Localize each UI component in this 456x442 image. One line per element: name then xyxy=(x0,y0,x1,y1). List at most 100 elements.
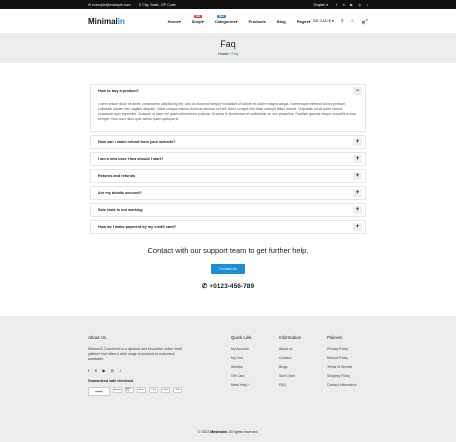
breadcrumb-current: Faq xyxy=(231,52,239,56)
tiktok-icon[interactable]: ♪ xyxy=(119,368,121,373)
cart-count: 0 xyxy=(366,17,368,22)
faq-question[interactable]: How do I make payment by my credit card?… xyxy=(91,221,365,233)
faq-question[interactable]: I am a new user. How should I start? + xyxy=(91,153,365,165)
plus-icon[interactable]: + xyxy=(353,223,362,231)
footer-link-refund-policy[interactable]: Refund Policy xyxy=(327,356,357,360)
nav-item-label: Pages xyxy=(296,18,309,24)
footer-link-contact-information[interactable]: Contact Information xyxy=(327,383,357,387)
chevron-down-icon: ▾ xyxy=(201,18,204,24)
chevron-down-icon: ▾ xyxy=(178,18,181,24)
search-icon[interactable]: ⚲ xyxy=(341,18,344,23)
footer-link-gift-card[interactable]: Gift Card xyxy=(231,374,252,378)
breadcrumb-home[interactable]: Home xyxy=(218,52,228,56)
footer-link-contact[interactable]: Contact xyxy=(279,356,301,360)
minus-icon[interactable]: − xyxy=(353,87,362,95)
nav-item-categories[interactable]: Categories▾ New xyxy=(214,14,237,24)
support-heading: Contact with our support team to get fur… xyxy=(147,246,309,255)
footer-link-terms-of-service[interactable]: Terms of Service xyxy=(327,365,357,369)
cart-button[interactable]: 🛒︎0 xyxy=(361,18,368,24)
footer-link-blogs[interactable]: Blogs xyxy=(279,365,301,369)
page-hero: Faq Home › Faq xyxy=(0,33,456,63)
faq-question-text: I am a new user. How should I start? xyxy=(98,157,164,161)
faq-question-text: Are my details secured? xyxy=(98,191,142,195)
payment-g-pay-icon: G Pay xyxy=(149,387,158,393)
faq-item: I am a new user. How should I start? + xyxy=(90,152,366,166)
facebook-icon[interactable]: f xyxy=(336,3,337,7)
page-title: Faq xyxy=(220,39,236,49)
payment-apple-pay-icon: Apple Pay xyxy=(125,387,134,393)
twitter-icon[interactable]: ✕ xyxy=(94,368,97,373)
language-select[interactable]: English ▾ xyxy=(314,3,329,7)
user-icon[interactable]: ☺ xyxy=(351,19,355,23)
footer-about-title: About Us. xyxy=(88,335,108,340)
mail-icon: ✉ xyxy=(88,2,92,7)
email-link[interactable]: ✉ example@example.com xyxy=(88,3,131,7)
instagram-icon[interactable]: ◎ xyxy=(111,368,115,373)
instagram-icon[interactable]: ◎ xyxy=(358,3,361,7)
address-info: ⚲ City, State, ZIP Code xyxy=(139,3,176,7)
footer-link-privacy-policy[interactable]: Privacy Policy xyxy=(327,347,357,351)
phone-icon: ✆ xyxy=(201,283,208,290)
youtube-icon[interactable]: ▶ xyxy=(102,368,105,373)
youtube-icon[interactable]: ▶ xyxy=(350,3,353,7)
footer-link-faq[interactable]: FAQ xyxy=(279,383,301,387)
copyright-year: © 2023 xyxy=(197,430,210,434)
faq-item: How to buy a product? − Lorem ipsum dolor … xyxy=(90,84,366,132)
support-phone[interactable]: ✆ +0123-456-789 xyxy=(0,282,456,290)
tiktok-icon[interactable]: ♪ xyxy=(366,3,368,7)
faq-answer: Lorem ipsum dolor sit amet, consectetur … xyxy=(98,102,356,121)
plus-icon[interactable]: + xyxy=(353,206,362,214)
footer-link-size-chart[interactable]: Size Chart xyxy=(279,374,301,378)
logo-accent: in xyxy=(117,16,125,26)
footer-social: f ✕ ▶ ◎ ♪ xyxy=(88,368,188,373)
faq-question-text: How do I make payment by my credit card? xyxy=(98,225,177,229)
nav-item-shop[interactable]: Shop▾ Hot xyxy=(192,14,204,24)
twitter-icon[interactable]: ✕ xyxy=(342,3,345,7)
nav-badge: New xyxy=(216,14,227,18)
plus-icon[interactable]: + xyxy=(353,189,362,197)
faq-question[interactable]: Sale code is not working + xyxy=(91,204,365,216)
faq-question[interactable]: How can i make refund from your website?… xyxy=(91,136,365,148)
logo[interactable]: Minimalin xyxy=(88,17,125,26)
faq-item: Sale code is not working + xyxy=(90,203,366,217)
nav-item-label: Home xyxy=(167,18,179,24)
nav-item-label: Categories xyxy=(214,18,236,24)
payment-shopify-icon: shopify xyxy=(88,387,110,396)
nav-item-label: Blog xyxy=(276,18,286,24)
footer-policies-title: Policies xyxy=(327,335,343,340)
main-nav: Home▾ Shop▾ Hot Categories▾ New Products Blog P… xyxy=(168,14,311,24)
nav-item-pages[interactable]: Pages▾ xyxy=(297,19,311,24)
faq-item: Returns and refunds + xyxy=(90,169,366,183)
footer-link-my-account[interactable]: My Account xyxy=(231,347,252,351)
email-text: example@example.com xyxy=(92,2,131,7)
faq-question-text: Sale code is not working xyxy=(98,208,143,212)
site-footer: About Us. Minimal E-Commerce is a dynami… xyxy=(0,316,456,442)
faq-question[interactable]: Are my details secured? + xyxy=(91,187,365,199)
footer-link-need-help[interactable]: Need Help? xyxy=(231,383,252,387)
footer-link-shipping-policy[interactable]: Shipping Policy xyxy=(327,374,357,378)
header-actions: BD CAD $ ▾ ⚲ ☺ 🛒︎0 xyxy=(313,18,368,24)
currency-select[interactable]: BD CAD $ ▾ xyxy=(313,18,333,23)
nav-item-home[interactable]: Home▾ xyxy=(168,19,181,24)
plus-icon[interactable]: + xyxy=(353,155,362,163)
footer-link-my-cart[interactable]: My Cart xyxy=(231,356,252,360)
nav-item-products[interactable]: Products xyxy=(248,19,265,24)
payment-amazon-icon: Amazon xyxy=(113,387,122,393)
faq-question-text: How to buy a product? xyxy=(98,89,140,93)
plus-icon[interactable]: + xyxy=(353,172,362,180)
copyright-text: . All rights reserved. xyxy=(226,430,259,434)
footer-about: About Us. Minimal E-Commerce is a dynami… xyxy=(88,335,188,396)
topbar: ✉ example@example.com ⚲ City, State, ZIP… xyxy=(0,0,456,9)
support-section: Contact with our support team to get fur… xyxy=(0,246,456,290)
facebook-icon[interactable]: f xyxy=(88,368,89,373)
nav-item-blog[interactable]: Blog xyxy=(277,19,286,24)
chevron-down-icon: ▾ xyxy=(308,18,311,24)
footer-link-wishlist[interactable]: Wishlist xyxy=(231,365,252,369)
faq-question[interactable]: How to buy a product? − xyxy=(91,85,365,97)
footer-quick-title: Quick Link xyxy=(231,335,252,340)
faq-question[interactable]: Returns and refunds + xyxy=(91,170,365,182)
footer-link-about-us[interactable]: About us xyxy=(279,347,301,351)
contact-us-button[interactable]: Contact Us xyxy=(211,264,245,274)
plus-icon[interactable]: + xyxy=(353,138,362,146)
faq-item: How do I make payment by my credit card?… xyxy=(90,220,366,234)
